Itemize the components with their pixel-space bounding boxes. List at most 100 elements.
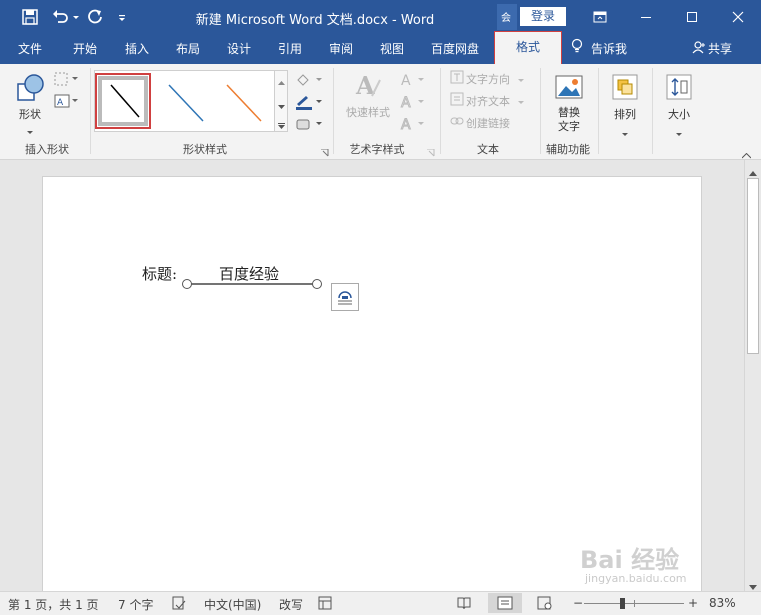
group-wordart-label: 艺术字样式 bbox=[349, 143, 405, 156]
shapes-label: 形状 bbox=[19, 108, 41, 121]
line-shape[interactable] bbox=[182, 277, 322, 291]
text-direction-button[interactable]: 文字方向 bbox=[450, 70, 524, 88]
quick-styles-button[interactable]: A 快速样式 bbox=[340, 70, 396, 126]
scroll-up-icon[interactable] bbox=[749, 165, 757, 179]
group-accessibility-label: 辅助功能 bbox=[546, 143, 590, 156]
scroll-thumb[interactable] bbox=[747, 178, 759, 354]
wordart-icon: A bbox=[354, 70, 382, 103]
shapes-icon bbox=[14, 72, 46, 107]
zoom-slider-center-mark bbox=[634, 600, 635, 607]
language-status[interactable]: 中文(中国) bbox=[204, 596, 261, 613]
zoom-slider-thumb[interactable] bbox=[620, 598, 625, 609]
ribbon-format: 形状 A 插入形状 形状样式 A 快速样式 A A A 艺术字样式 文字方向 对… bbox=[0, 64, 761, 160]
group-shape-styles-label: 形状样式 bbox=[183, 143, 227, 156]
shape-outline-icon[interactable] bbox=[294, 94, 324, 113]
alt-text-icon bbox=[554, 72, 584, 105]
document-area: 标题: 百度经验 bbox=[0, 160, 744, 591]
shape-effects-icon[interactable] bbox=[294, 116, 324, 135]
create-link-button[interactable]: 创建链接 bbox=[450, 114, 510, 132]
zoom-slider[interactable] bbox=[584, 598, 684, 609]
align-text-button[interactable]: 对齐文本 bbox=[450, 92, 524, 110]
line-swatch-1 bbox=[168, 84, 204, 122]
account-icon[interactable]: 会 bbox=[497, 4, 517, 30]
document-page[interactable]: 标题: 百度经验 bbox=[42, 176, 702, 591]
align-text-label: 对齐文本 bbox=[466, 95, 510, 108]
lightbulb-icon bbox=[571, 35, 583, 65]
chevron-down-icon bbox=[622, 126, 628, 140]
layout-options-button[interactable] bbox=[331, 283, 359, 311]
tab-review[interactable]: 审阅 bbox=[319, 34, 363, 64]
edit-shape-icon[interactable] bbox=[54, 72, 80, 89]
tab-view[interactable]: 视图 bbox=[370, 34, 414, 64]
gallery-scroll[interactable] bbox=[274, 70, 288, 132]
minimize-icon[interactable] bbox=[623, 0, 669, 34]
word-window: 新建 Microsoft Word 文档.docx - Word 会 登录 文件… bbox=[0, 0, 761, 615]
share-button[interactable]: 共享 bbox=[692, 34, 732, 64]
create-link-label: 创建链接 bbox=[466, 117, 510, 130]
proofing-icon[interactable] bbox=[172, 596, 186, 613]
tab-layout[interactable]: 布局 bbox=[166, 34, 210, 64]
maximize-icon[interactable] bbox=[669, 0, 715, 34]
close-icon[interactable] bbox=[715, 0, 761, 34]
page-count[interactable]: 第 1 页，共 1 页 bbox=[8, 596, 99, 613]
tab-file[interactable]: 文件 bbox=[8, 34, 52, 64]
chevron-down-icon bbox=[517, 71, 524, 89]
line-handle-start bbox=[182, 279, 192, 289]
size-button[interactable]: 大小 bbox=[658, 70, 700, 136]
macro-icon[interactable] bbox=[318, 596, 332, 613]
account-icon-text: 会 bbox=[501, 13, 511, 24]
overtype-mode[interactable]: 改写 bbox=[279, 596, 303, 613]
ribbon-tabs: 文件 开始 插入 布局 设计 引用 审阅 视图 百度网盘 格式 告诉我 共享 bbox=[0, 31, 761, 64]
print-layout-icon[interactable] bbox=[488, 593, 522, 613]
zoom-out-button[interactable]: − bbox=[573, 596, 583, 610]
group-separator bbox=[652, 68, 653, 154]
tab-design[interactable]: 设计 bbox=[217, 34, 261, 64]
tab-baidu-netdisk[interactable]: 百度网盘 bbox=[424, 34, 486, 64]
text-fill-icon[interactable]: A bbox=[400, 72, 426, 91]
ribbon-display-options-icon[interactable] bbox=[577, 0, 623, 34]
group-separator bbox=[440, 68, 441, 154]
text-effects-icon[interactable]: A bbox=[400, 116, 426, 135]
line-swatch-2 bbox=[226, 84, 262, 122]
tell-me[interactable]: 告诉我 bbox=[571, 34, 627, 64]
baidu-watermark-url: jingyan.baidu.com bbox=[585, 572, 687, 585]
login-button[interactable]: 登录 bbox=[520, 7, 566, 26]
group-separator bbox=[598, 68, 599, 154]
shape-fill-icon[interactable] bbox=[294, 72, 324, 91]
chevron-down-icon bbox=[27, 124, 33, 138]
tab-home[interactable]: 开始 bbox=[63, 34, 107, 64]
read-mode-icon[interactable] bbox=[457, 596, 471, 613]
zoom-in-button[interactable]: + bbox=[688, 596, 698, 610]
shapes-button[interactable]: 形状 bbox=[10, 70, 50, 134]
dialog-launcher-icon[interactable] bbox=[427, 146, 435, 160]
line-style-orange[interactable] bbox=[215, 73, 271, 129]
alt-text-button[interactable]: 替换 文字 bbox=[548, 70, 590, 136]
status-bar: 第 1 页，共 1 页 7 个字 中文(中国) 改写 − + 83% bbox=[0, 591, 761, 615]
baidu-watermark: Bai 经验 bbox=[580, 546, 680, 574]
group-text-label: 文本 bbox=[477, 143, 499, 156]
scroll-down-icon[interactable] bbox=[278, 99, 285, 113]
zoom-level[interactable]: 83% bbox=[709, 596, 736, 610]
group-separator bbox=[90, 68, 91, 154]
line-style-blue[interactable] bbox=[157, 73, 213, 129]
vertical-scrollbar[interactable] bbox=[744, 160, 761, 591]
web-layout-icon[interactable] bbox=[537, 596, 553, 613]
tell-me-label: 告诉我 bbox=[591, 42, 628, 56]
quick-styles-label: 快速样式 bbox=[346, 106, 390, 119]
size-icon bbox=[664, 72, 694, 105]
tab-format[interactable]: 格式 bbox=[494, 31, 562, 64]
dialog-launcher-icon[interactable] bbox=[321, 146, 329, 160]
word-count[interactable]: 7 个字 bbox=[118, 596, 153, 613]
svg-text:A: A bbox=[57, 98, 64, 108]
scroll-up-icon[interactable] bbox=[278, 75, 285, 89]
chevron-down-icon bbox=[517, 93, 524, 111]
tab-references[interactable]: 引用 bbox=[268, 34, 312, 64]
text-outline-icon[interactable]: A bbox=[400, 94, 426, 113]
text-box-icon[interactable]: A bbox=[54, 94, 80, 111]
gallery-more-icon[interactable] bbox=[278, 119, 285, 133]
tab-insert[interactable]: 插入 bbox=[115, 34, 159, 64]
arrange-button[interactable]: 排列 bbox=[604, 70, 646, 136]
line-style-black[interactable] bbox=[95, 73, 151, 129]
alt-text-label-2: 文字 bbox=[558, 120, 580, 133]
text-direction-icon bbox=[450, 70, 466, 90]
